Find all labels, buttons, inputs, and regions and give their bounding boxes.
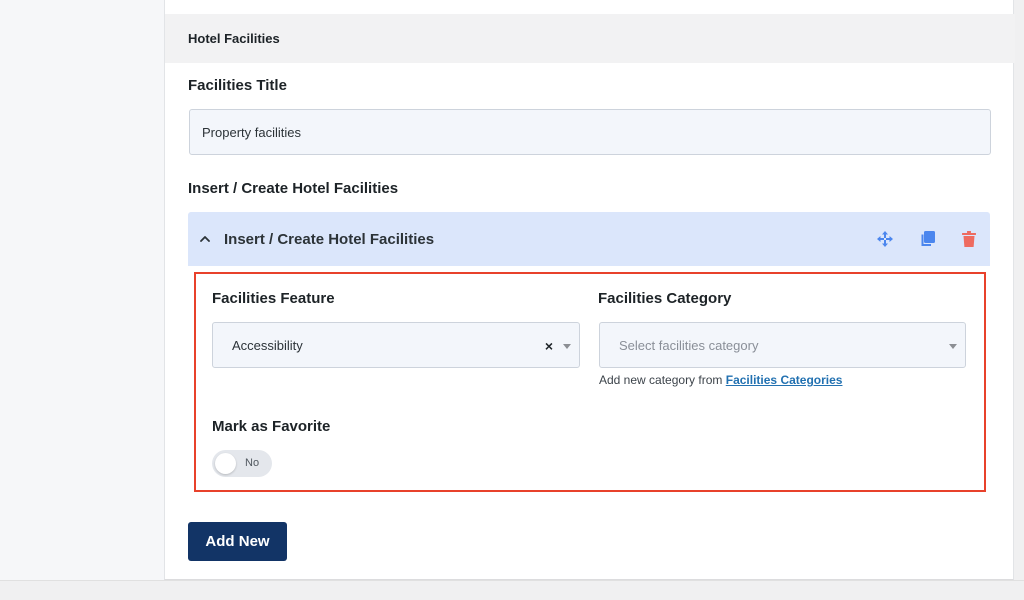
left-sidebar-area <box>0 0 164 580</box>
facilities-category-select[interactable]: Select facilities category <box>599 322 966 368</box>
delete-button[interactable] <box>948 212 990 266</box>
facilities-title-input[interactable] <box>189 109 991 155</box>
bottom-strip <box>0 580 1024 600</box>
trash-icon <box>962 231 976 247</box>
facilities-categories-link[interactable]: Facilities Categories <box>726 373 843 387</box>
add-new-button[interactable]: Add New <box>188 522 287 561</box>
dropdown-arrow-icon <box>949 344 957 349</box>
toggle-knob <box>215 453 236 474</box>
section-header: Hotel Facilities <box>165 14 1015 63</box>
facilities-feature-value: Accessibility <box>232 337 303 353</box>
facilities-panel: Hotel Facilities Facilities Title Insert… <box>164 0 1015 580</box>
clear-selection-icon[interactable]: × <box>545 338 553 354</box>
facilities-feature-select[interactable]: Accessibility × <box>212 322 580 368</box>
category-help-prefix: Add new category from <box>599 373 723 387</box>
move-icon <box>877 231 893 247</box>
favorite-toggle[interactable]: No <box>212 450 272 477</box>
insert-facilities-label: Insert / Create Hotel Facilities <box>188 180 399 197</box>
move-button[interactable] <box>864 212 906 266</box>
facilities-title-label: Facilities Title <box>188 77 287 94</box>
category-help-text: Add new category from Facilities Categor… <box>599 373 842 387</box>
repeater-item-title: Insert / Create Hotel Facilities <box>224 230 435 248</box>
repeater-item-header[interactable]: Insert / Create Hotel Facilities <box>188 212 990 266</box>
facilities-feature-label: Facilities Feature <box>212 290 335 307</box>
repeater-actions <box>864 212 990 266</box>
duplicate-button[interactable] <box>906 212 948 266</box>
mark-favorite-label: Mark as Favorite <box>212 418 331 435</box>
facilities-category-placeholder: Select facilities category <box>619 337 759 353</box>
chevron-up-icon[interactable] <box>200 234 210 244</box>
facilities-category-label: Facilities Category <box>598 290 732 307</box>
page: Hotel Facilities Facilities Title Insert… <box>0 0 1024 600</box>
toggle-state-text: No <box>245 457 260 469</box>
duplicate-icon <box>921 231 935 246</box>
dropdown-arrow-icon <box>563 344 571 349</box>
